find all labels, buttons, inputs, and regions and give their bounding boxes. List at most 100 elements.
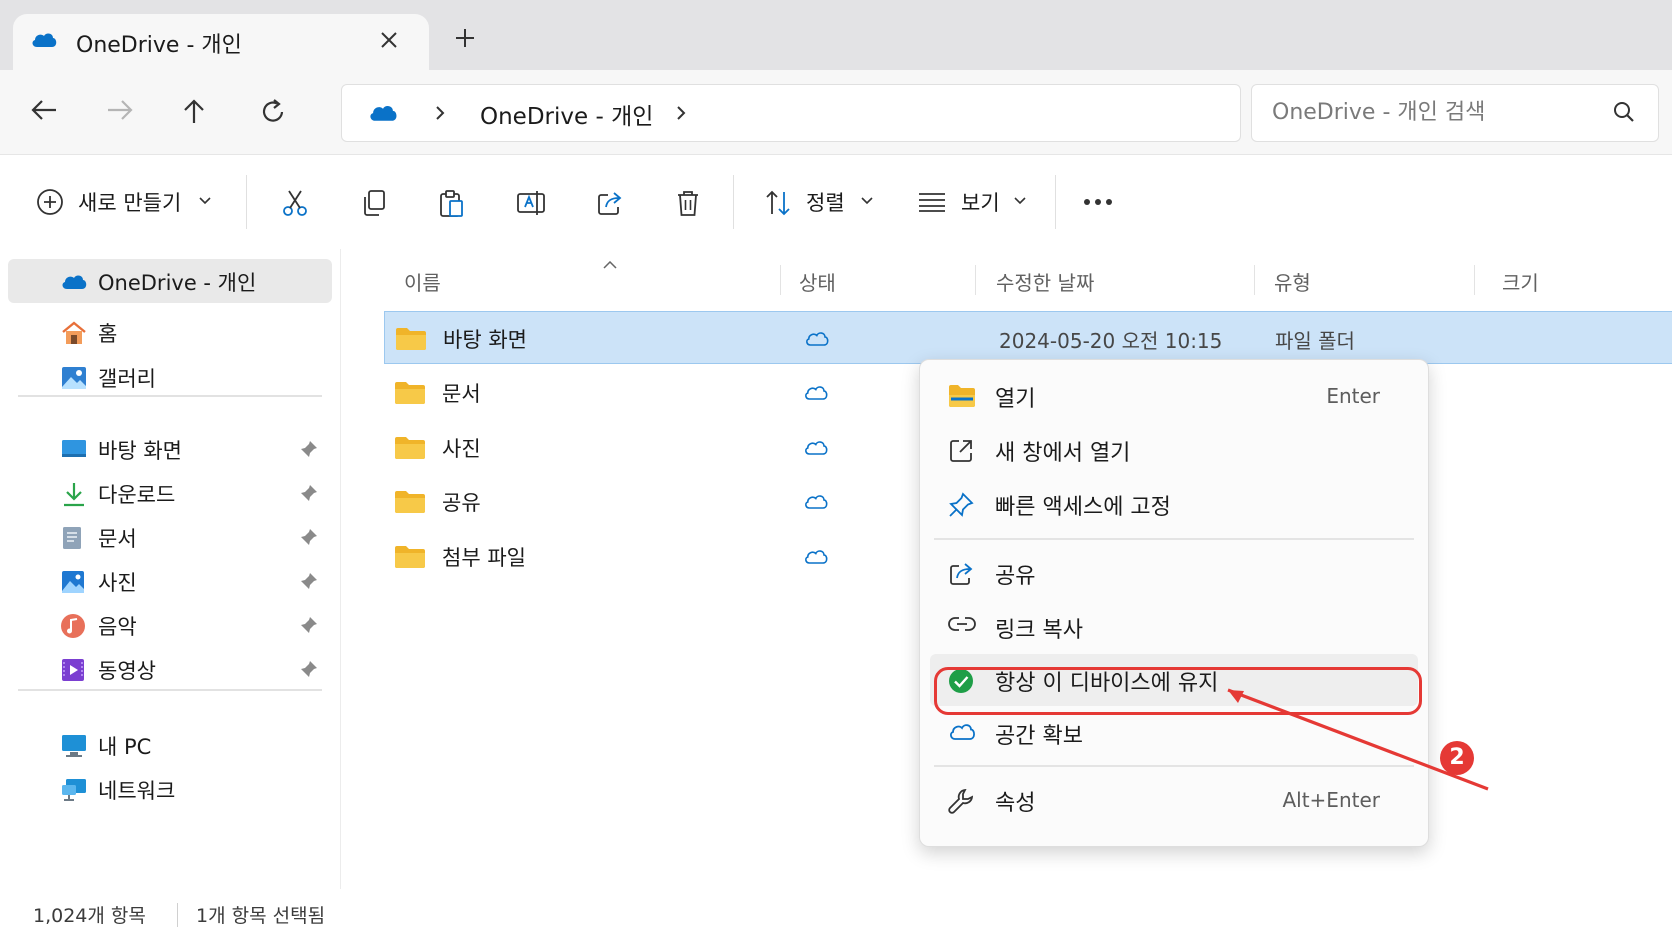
open-folder-icon — [948, 384, 976, 408]
new-plus-icon[interactable] — [36, 188, 64, 216]
file-modified-date: 2024-05-20 오전 10:15 — [999, 329, 1223, 353]
tab-bar: OneDrive - 개인 — [0, 0, 1672, 70]
sidebar-item-videos[interactable]: 동영상 — [8, 647, 332, 691]
table-row[interactable]: 바탕 화면 2024-05-20 오전 10:15 파일 폴더 — [384, 311, 1672, 364]
sidebar-item-label: 홈 — [98, 322, 118, 346]
new-tab-icon[interactable] — [455, 28, 475, 48]
column-header-status[interactable]: 상태 — [799, 267, 836, 296]
sidebar-item-gallery[interactable]: 갤러리 — [8, 355, 332, 399]
wrench-icon — [948, 788, 974, 814]
pin-icon[interactable] — [300, 616, 318, 634]
sidebar-item-label: 갤러리 — [98, 367, 156, 391]
rename-icon[interactable] — [516, 189, 546, 217]
folder-icon — [394, 489, 426, 515]
up-arrow-icon[interactable] — [181, 98, 207, 124]
search-icon[interactable] — [1613, 101, 1635, 123]
cloud-status-icon — [803, 492, 829, 510]
chevron-right-icon[interactable] — [675, 105, 687, 121]
home-icon — [60, 320, 88, 346]
copy-icon[interactable] — [361, 189, 387, 217]
cloud-status-icon — [804, 329, 830, 347]
sidebar-item-label: 음악 — [98, 615, 137, 639]
pin-icon[interactable] — [300, 484, 318, 502]
refresh-icon[interactable] — [259, 98, 287, 126]
chevron-down-icon[interactable] — [199, 197, 211, 205]
file-type: 파일 폴더 — [1275, 329, 1355, 353]
pin-icon[interactable] — [300, 660, 318, 678]
pin-icon[interactable] — [300, 572, 318, 590]
new-button-label[interactable]: 새로 만들기 — [78, 187, 181, 217]
folder-icon — [394, 380, 426, 406]
sidebar-item-label: 다운로드 — [98, 483, 176, 507]
sidebar-item-pictures[interactable]: 사진 — [8, 559, 332, 603]
cloud-status-icon — [803, 383, 829, 401]
sidebar-item-network[interactable]: 네트워크 — [8, 767, 332, 811]
music-icon — [60, 613, 86, 639]
file-name: 공유 — [442, 491, 481, 515]
breadcrumb-onedrive[interactable]: OneDrive - 개인 — [480, 97, 653, 131]
sidebar-item-downloads[interactable]: 다운로드 — [8, 471, 332, 515]
menu-item-label: 새 창에서 열기 — [995, 441, 1131, 466]
item-count: 1,024개 항목 — [33, 905, 146, 927]
sidebar-item-home[interactable]: 홈 — [8, 310, 332, 354]
more-icon[interactable] — [1083, 198, 1113, 206]
download-icon — [60, 481, 88, 507]
folder-icon — [394, 544, 426, 570]
sidebar-item-label: 동영상 — [98, 659, 156, 683]
sidebar-item-this-pc[interactable]: 내 PC — [8, 723, 332, 767]
documents-icon — [60, 525, 84, 551]
menu-item-label: 공유 — [995, 564, 1036, 589]
address-bar[interactable]: OneDrive - 개인 — [341, 84, 1241, 142]
sidebar-item-desktop[interactable]: 바탕 화면 — [8, 427, 332, 471]
sidebar-item-onedrive[interactable]: OneDrive - 개인 — [8, 259, 332, 303]
status-bar: 1,024개 항목 1개 항목 선택됨 — [0, 889, 1672, 941]
chevron-down-icon[interactable] — [1014, 197, 1026, 205]
menu-item-copy-link[interactable]: 링크 복사 — [930, 601, 1418, 653]
delete-icon[interactable] — [675, 189, 701, 217]
sidebar-item-label: 네트워크 — [98, 779, 176, 803]
menu-item-label: 속성 — [995, 791, 1036, 816]
navigation-pane: OneDrive - 개인 홈 갤러리 바탕 화면 다운로드 문서 사진 음악 … — [0, 249, 341, 889]
column-header-name[interactable]: 이름 — [404, 267, 441, 296]
cloud-status-icon — [803, 547, 829, 565]
view-icon[interactable] — [917, 191, 947, 213]
menu-item-label: 열기 — [995, 387, 1036, 412]
menu-item-pin-quick-access[interactable]: 빠른 액세스에 고정 — [930, 478, 1418, 530]
menu-item-open-new-window[interactable]: 새 창에서 열기 — [930, 424, 1418, 476]
view-button-label[interactable]: 보기 — [961, 187, 1000, 217]
paste-icon[interactable] — [439, 189, 465, 219]
onedrive-cloud-icon — [366, 101, 400, 123]
sidebar-item-label: 바탕 화면 — [98, 439, 182, 463]
close-tab-icon[interactable] — [380, 31, 398, 49]
pin-icon[interactable] — [300, 528, 318, 546]
menu-item-open[interactable]: 열기 Enter — [930, 370, 1418, 422]
search-box[interactable] — [1251, 84, 1659, 142]
command-bar: 새로 만들기 정렬 보기 — [0, 154, 1672, 250]
folder-icon — [394, 435, 426, 461]
menu-shortcut: Enter — [1326, 384, 1380, 408]
chevron-right-icon[interactable] — [434, 105, 446, 121]
sort-button-label[interactable]: 정렬 — [806, 187, 845, 217]
pin-icon[interactable] — [300, 440, 318, 458]
chevron-down-icon[interactable] — [861, 197, 873, 205]
sort-icon[interactable] — [764, 189, 792, 217]
sidebar-item-label: 문서 — [98, 527, 137, 551]
onedrive-cloud-icon — [30, 29, 58, 49]
cut-icon[interactable] — [282, 189, 308, 217]
sort-ascending-icon — [603, 261, 617, 269]
menu-item-share[interactable]: 공유 — [930, 547, 1418, 599]
menu-item-label: 링크 복사 — [995, 618, 1083, 643]
sidebar-item-music[interactable]: 음악 — [8, 603, 332, 647]
column-header-size[interactable]: 크기 — [1502, 267, 1539, 296]
tab-onedrive[interactable]: OneDrive - 개인 — [13, 14, 429, 70]
column-header-modified[interactable]: 수정한 날짜 — [996, 267, 1094, 296]
share-icon[interactable] — [596, 189, 624, 217]
search-input[interactable] — [1272, 95, 1592, 129]
back-arrow-icon[interactable] — [30, 98, 58, 122]
sidebar-item-documents[interactable]: 문서 — [8, 515, 332, 559]
pc-icon — [60, 733, 88, 759]
column-header-type[interactable]: 유형 — [1274, 267, 1311, 296]
forward-arrow-icon[interactable] — [106, 98, 134, 122]
videos-icon — [60, 657, 86, 683]
sidebar-item-label: 내 PC — [98, 735, 152, 759]
